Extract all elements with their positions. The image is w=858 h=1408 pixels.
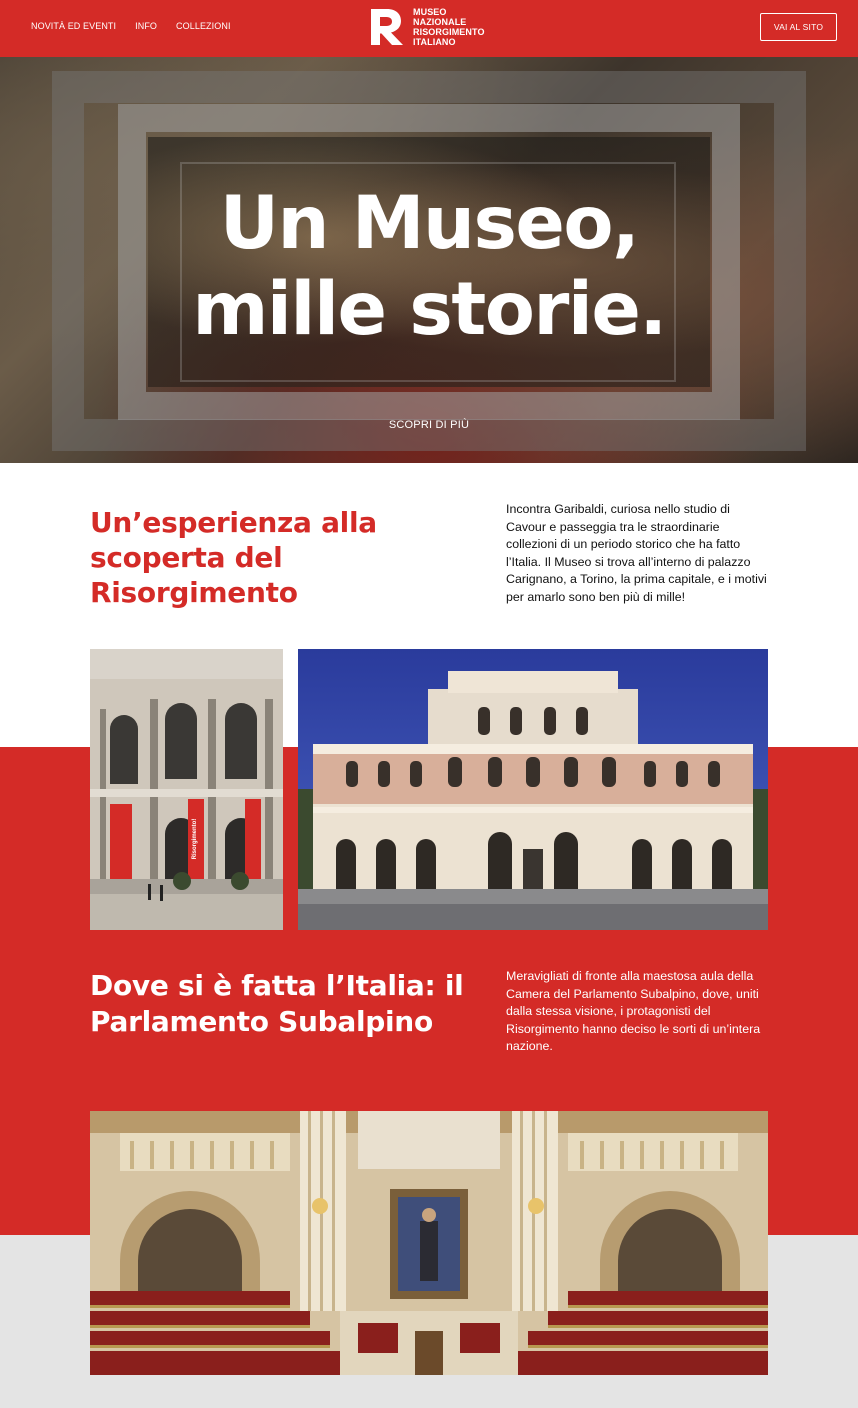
section-experience-text: Incontra Garibaldi, curiosa nello studio… [506, 502, 767, 604]
nav-item-info[interactable]: INFO [135, 21, 157, 31]
hero-title-line: Un Museo, [219, 181, 640, 266]
site-header: NOVITÀ ED EVENTI INFO COLLEZIONI MUSEO N… [0, 0, 858, 57]
palazzo-facade-illustration [298, 649, 768, 930]
logo-line: RISORGIMENTO [413, 27, 485, 37]
hero-title-line: mille storie. [192, 267, 667, 352]
palazzo-carignano-photo [298, 649, 768, 930]
parlamento-subalpino-photo [90, 1111, 768, 1375]
logo-line: ITALIANO [413, 37, 456, 47]
nav-item-novita-eventi[interactable]: NOVITÀ ED EVENTI [31, 21, 116, 31]
logo-wordmark: MUSEO NAZIONALE RISORGIMENTO ITALIANO [413, 7, 485, 47]
museum-entrance-illustration: Risorgimento! [90, 649, 283, 930]
nav-item-collezioni[interactable]: COLLEZIONI [176, 21, 231, 31]
museum-entrance-photo: Risorgimento! [90, 649, 283, 930]
logo-line: NAZIONALE [413, 17, 467, 27]
section-experience-title: Un’esperienza alla scoperta del Risorgim… [90, 506, 377, 609]
hero-banner: Un Museo, mille storie. SCOPRI DI PIÙ [0, 57, 858, 463]
hero-title: Un Museo, mille storie. [0, 181, 858, 353]
museum-logo[interactable]: MUSEO NAZIONALE RISORGIMENTO ITALIANO [369, 7, 485, 47]
logo-line: MUSEO [413, 7, 447, 17]
section-parliament-text: Meravigliati di fronte alla maestosa aul… [506, 969, 761, 1054]
r-logo-icon [371, 9, 403, 45]
vai-al-sito-button[interactable]: VAI AL SITO [760, 13, 837, 41]
scopri-di-piu-link[interactable]: SCOPRI DI PIÙ [0, 419, 858, 431]
main-nav: NOVITÀ ED EVENTI INFO COLLEZIONI [31, 21, 231, 31]
parliament-chamber-illustration [90, 1111, 768, 1375]
section-parliament-title: Dove si è fatta l’Italia: il Parlamento … [90, 969, 464, 1038]
banner-text: Risorgimento! [192, 819, 198, 860]
